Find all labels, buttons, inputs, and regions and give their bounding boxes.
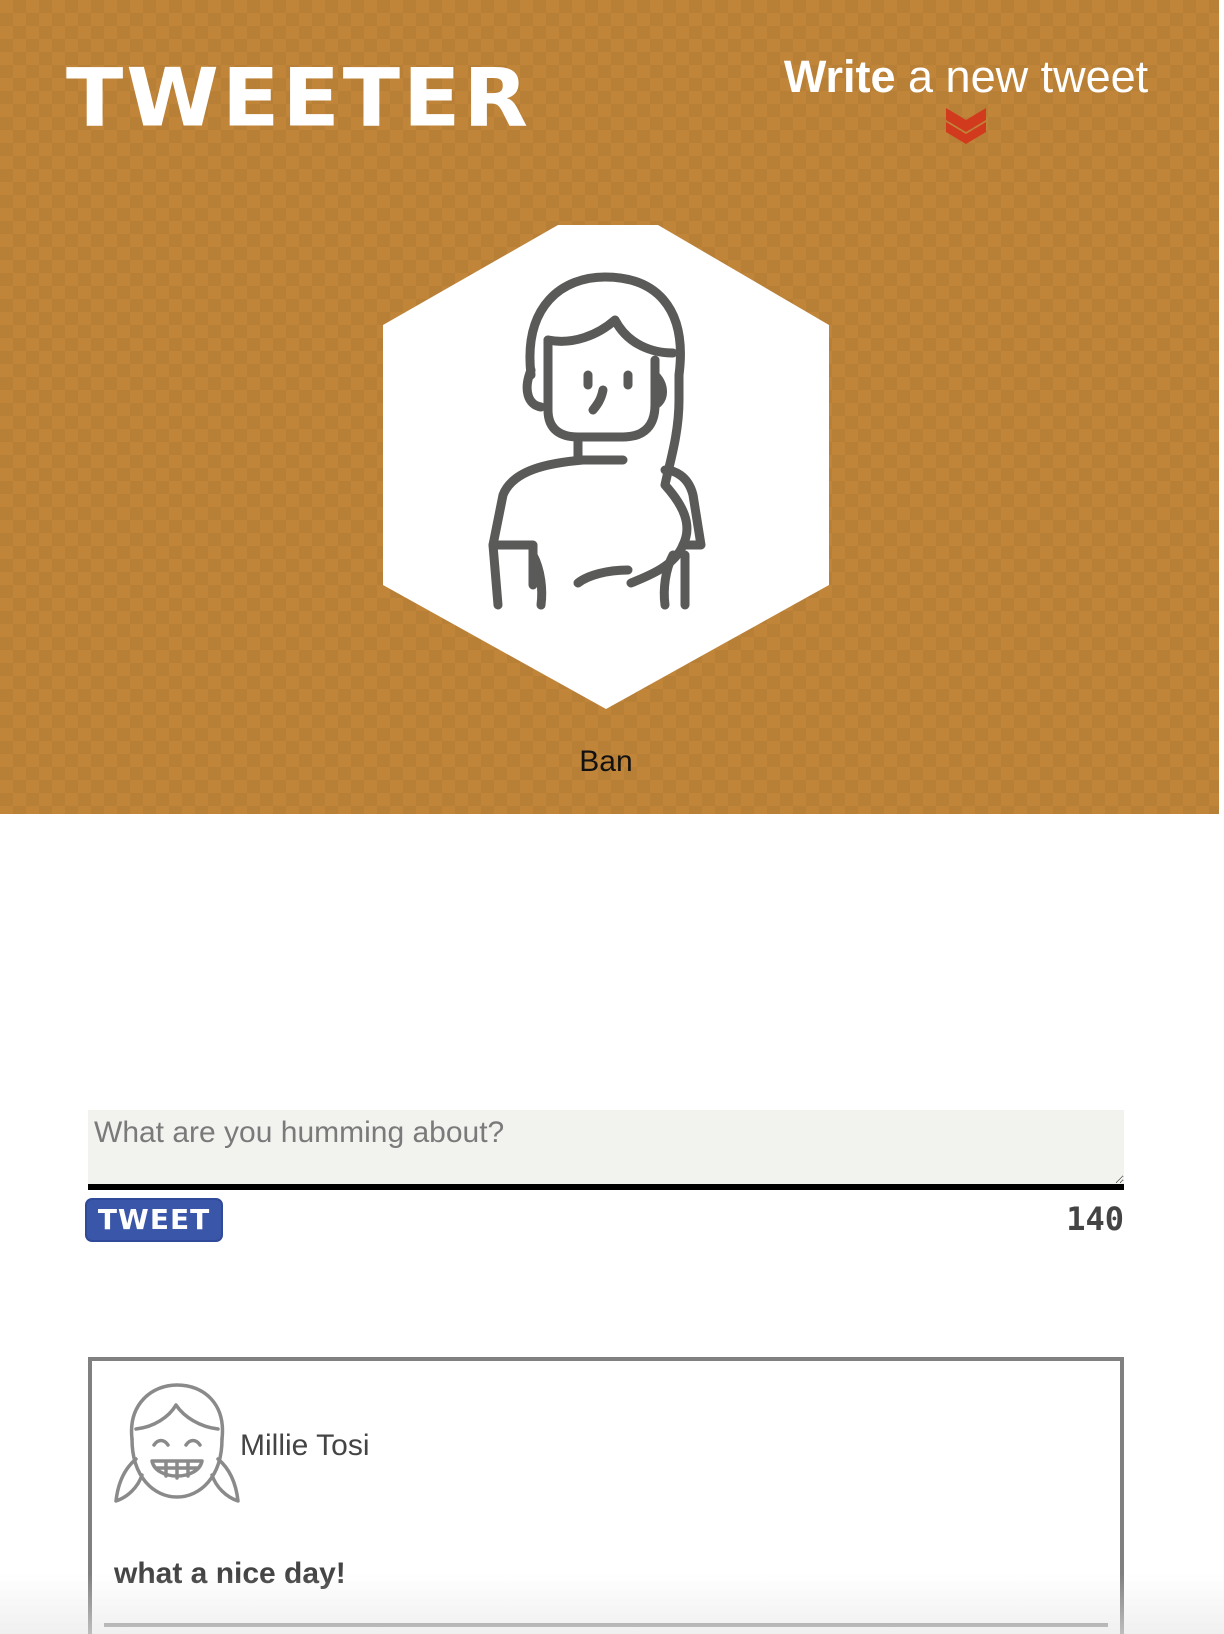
brand-logo[interactable]: TWEETER (66, 58, 531, 138)
tweet-footer-divider (104, 1623, 1108, 1627)
smiling-girl-avatar-icon (114, 1383, 240, 1503)
write-new-tweet-rest: a new tweet (895, 51, 1149, 102)
profile-header: TWEETER Write a new tweet Ban (0, 0, 1219, 814)
char-counter: 140 (1066, 1200, 1124, 1238)
composer-actions: TWEET 140 (85, 1198, 1124, 1248)
write-new-tweet-bold: Write (783, 51, 896, 102)
write-new-tweet-label[interactable]: Write a new tweet (780, 50, 1152, 104)
tweet-submit-button[interactable]: TWEET (85, 1198, 223, 1242)
new-tweet-composer: TWEET 140 (85, 1110, 1124, 1248)
tweet-author-name: Millie Tosi (240, 1429, 370, 1462)
woman-avatar-icon (383, 225, 829, 709)
page: TWEETER Write a new tweet Ban What are y… (0, 0, 1224, 1634)
tweet-card: Millie Tosi what a nice day! (88, 1357, 1124, 1634)
double-chevron-down-icon[interactable] (944, 106, 988, 146)
write-new-tweet-toggle[interactable]: Write a new tweet (780, 50, 1152, 146)
tweet-textarea[interactable] (88, 1110, 1124, 1190)
profile-name: Ban (579, 745, 633, 778)
tweet-content: what a nice day! (114, 1557, 346, 1590)
